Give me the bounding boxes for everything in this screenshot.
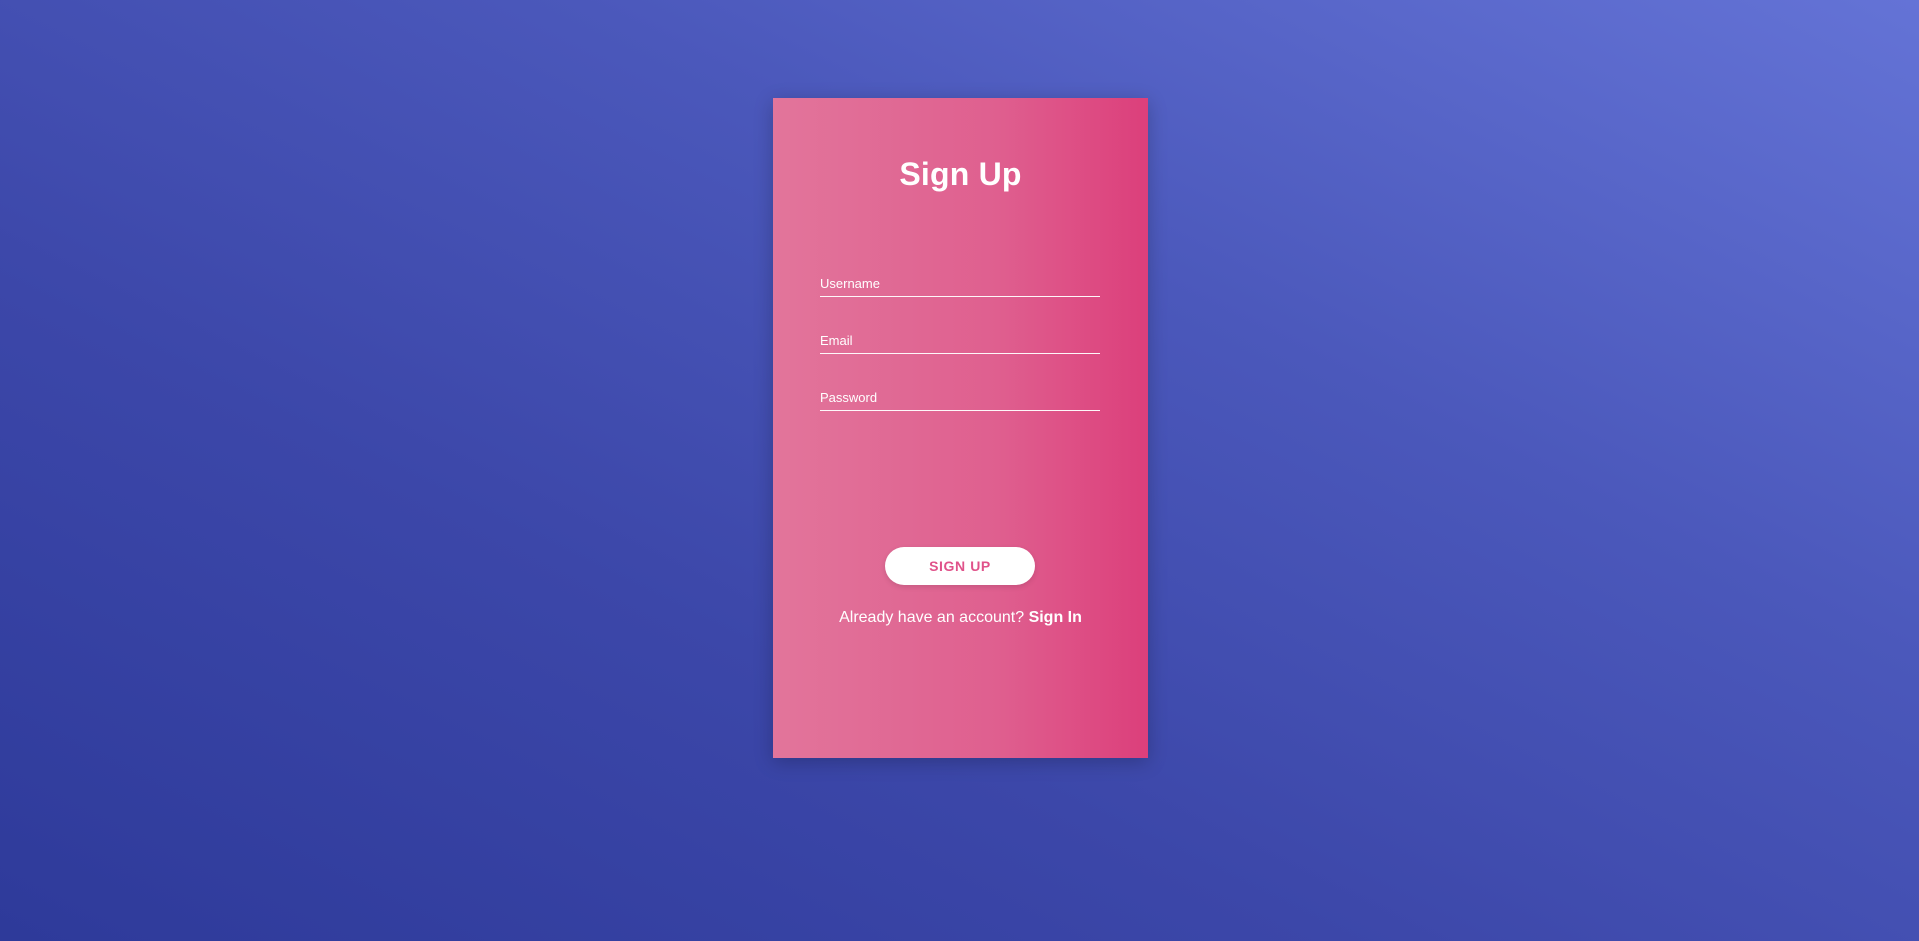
email-field [820,317,1100,354]
username-input[interactable] [820,260,1100,296]
email-input[interactable] [820,317,1100,353]
username-field [820,260,1100,297]
account-prompt-text: Already have an account? [839,609,1029,626]
form-title: Sign Up [899,156,1022,192]
sign-in-link[interactable]: Sign In [1029,609,1082,626]
sign-up-button[interactable]: SIGN UP [885,547,1035,585]
signup-card: Sign Up SIGN UP Already have an account?… [773,98,1148,758]
password-input[interactable] [820,374,1100,410]
password-field [820,374,1100,411]
sign-in-prompt: Already have an account? Sign In [773,609,1148,627]
